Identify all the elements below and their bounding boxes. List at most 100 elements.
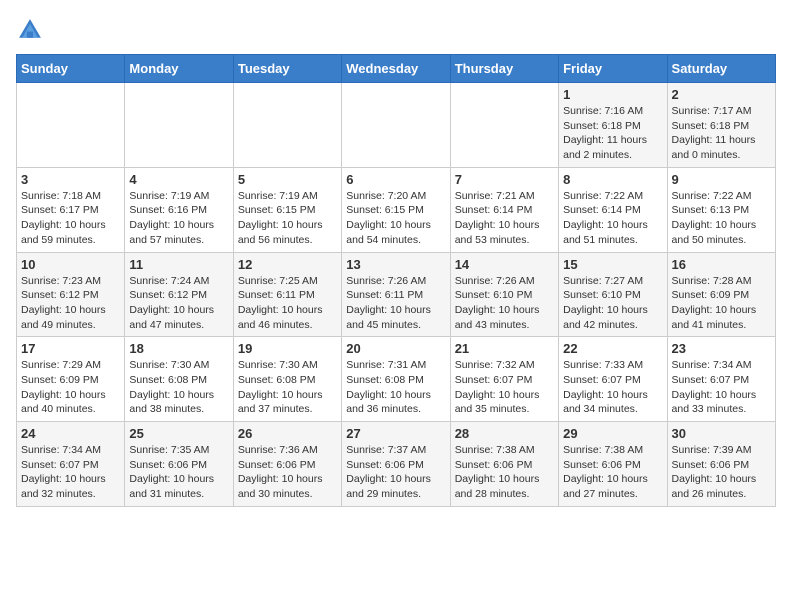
calendar-cell: 17 Sunrise: 7:29 AM Sunset: 6:09 PM Dayli… <box>17 337 125 422</box>
day-number: 27 <box>346 426 445 441</box>
day-number: 19 <box>238 341 337 356</box>
calendar-cell: 8Sunrise: 7:22 AM Sunset: 6:14 PM Daylig… <box>559 167 667 252</box>
calendar-cell: 15 Sunrise: 7:27 AM Sunset: 6:10 PM Dayli… <box>559 252 667 337</box>
calendar-cell: 14 Sunrise: 7:26 AM Sunset: 6:10 PM Dayli… <box>450 252 558 337</box>
weekday-header: Thursday <box>450 55 558 83</box>
day-number: 29 <box>563 426 662 441</box>
day-info: Sunrise: 7:35 AM Sunset: 6:06 PM Dayligh… <box>129 443 228 502</box>
calendar-cell: 18 Sunrise: 7:30 AM Sunset: 6:08 PM Dayli… <box>125 337 233 422</box>
weekday-header: Saturday <box>667 55 775 83</box>
weekday-header: Friday <box>559 55 667 83</box>
day-info: Sunrise: 7:38 AM Sunset: 6:06 PM Dayligh… <box>455 443 554 502</box>
calendar-cell: 27 Sunrise: 7:37 AM Sunset: 6:06 PM Dayli… <box>342 422 450 507</box>
logo-icon <box>16 16 44 44</box>
day-info: Sunrise: 7:30 AM Sunset: 6:08 PM Dayligh… <box>129 358 228 417</box>
day-number: 15 <box>563 257 662 272</box>
day-number: 30 <box>672 426 771 441</box>
day-info: Sunrise: 7:21 AM Sunset: 6:14 PM Dayligh… <box>455 189 554 248</box>
day-number: 14 <box>455 257 554 272</box>
calendar-cell: 29 Sunrise: 7:38 AM Sunset: 6:06 PM Dayli… <box>559 422 667 507</box>
day-number: 6 <box>346 172 445 187</box>
day-number: 18 <box>129 341 228 356</box>
calendar-cell: 12 Sunrise: 7:25 AM Sunset: 6:11 PM Dayli… <box>233 252 341 337</box>
day-number: 28 <box>455 426 554 441</box>
day-number: 23 <box>672 341 771 356</box>
day-number: 13 <box>346 257 445 272</box>
day-number: 26 <box>238 426 337 441</box>
day-info: Sunrise: 7:19 AM Sunset: 6:16 PM Dayligh… <box>129 189 228 248</box>
calendar-week-row: 17 Sunrise: 7:29 AM Sunset: 6:09 PM Dayli… <box>17 337 776 422</box>
day-info: Sunrise: 7:29 AM Sunset: 6:09 PM Dayligh… <box>21 358 120 417</box>
day-info: Sunrise: 7:32 AM Sunset: 6:07 PM Dayligh… <box>455 358 554 417</box>
day-info: Sunrise: 7:26 AM Sunset: 6:11 PM Dayligh… <box>346 274 445 333</box>
calendar-cell: 4 Sunrise: 7:19 AM Sunset: 6:16 PM Daylig… <box>125 167 233 252</box>
weekday-header-row: SundayMondayTuesdayWednesdayThursdayFrid… <box>17 55 776 83</box>
day-info: Sunrise: 7:27 AM Sunset: 6:10 PM Dayligh… <box>563 274 662 333</box>
weekday-header: Monday <box>125 55 233 83</box>
calendar-cell: 22 Sunrise: 7:33 AM Sunset: 6:07 PM Dayli… <box>559 337 667 422</box>
calendar-cell <box>233 83 341 168</box>
calendar-week-row: 10 Sunrise: 7:23 AM Sunset: 6:12 PM Dayli… <box>17 252 776 337</box>
day-number: 25 <box>129 426 228 441</box>
day-info: Sunrise: 7:24 AM Sunset: 6:12 PM Dayligh… <box>129 274 228 333</box>
page-header <box>16 16 776 44</box>
day-info: Sunrise: 7:16 AM Sunset: 6:18 PM Dayligh… <box>563 104 662 163</box>
calendar-cell: 1Sunrise: 7:16 AM Sunset: 6:18 PM Daylig… <box>559 83 667 168</box>
calendar-cell: 9Sunrise: 7:22 AM Sunset: 6:13 PM Daylig… <box>667 167 775 252</box>
day-info: Sunrise: 7:39 AM Sunset: 6:06 PM Dayligh… <box>672 443 771 502</box>
calendar-cell: 16Sunrise: 7:28 AM Sunset: 6:09 PM Dayli… <box>667 252 775 337</box>
weekday-header: Sunday <box>17 55 125 83</box>
calendar-cell <box>342 83 450 168</box>
day-info: Sunrise: 7:31 AM Sunset: 6:08 PM Dayligh… <box>346 358 445 417</box>
calendar-cell: 5 Sunrise: 7:19 AM Sunset: 6:15 PM Daylig… <box>233 167 341 252</box>
calendar-week-row: 24Sunrise: 7:34 AM Sunset: 6:07 PM Dayli… <box>17 422 776 507</box>
day-info: Sunrise: 7:18 AM Sunset: 6:17 PM Dayligh… <box>21 189 120 248</box>
day-info: Sunrise: 7:17 AM Sunset: 6:18 PM Dayligh… <box>672 104 771 163</box>
calendar-cell: 26 Sunrise: 7:36 AM Sunset: 6:06 PM Dayli… <box>233 422 341 507</box>
day-info: Sunrise: 7:25 AM Sunset: 6:11 PM Dayligh… <box>238 274 337 333</box>
day-number: 9 <box>672 172 771 187</box>
day-number: 7 <box>455 172 554 187</box>
day-info: Sunrise: 7:36 AM Sunset: 6:06 PM Dayligh… <box>238 443 337 502</box>
calendar-week-row: 3Sunrise: 7:18 AM Sunset: 6:17 PM Daylig… <box>17 167 776 252</box>
day-number: 24 <box>21 426 120 441</box>
calendar-cell: 20 Sunrise: 7:31 AM Sunset: 6:08 PM Dayli… <box>342 337 450 422</box>
weekday-header: Tuesday <box>233 55 341 83</box>
calendar-cell: 3Sunrise: 7:18 AM Sunset: 6:17 PM Daylig… <box>17 167 125 252</box>
calendar-cell: 25 Sunrise: 7:35 AM Sunset: 6:06 PM Dayli… <box>125 422 233 507</box>
day-number: 22 <box>563 341 662 356</box>
day-number: 4 <box>129 172 228 187</box>
day-number: 20 <box>346 341 445 356</box>
calendar-cell: 23Sunrise: 7:34 AM Sunset: 6:07 PM Dayli… <box>667 337 775 422</box>
logo <box>16 16 48 44</box>
calendar-cell: 10 Sunrise: 7:23 AM Sunset: 6:12 PM Dayli… <box>17 252 125 337</box>
day-info: Sunrise: 7:19 AM Sunset: 6:15 PM Dayligh… <box>238 189 337 248</box>
day-number: 17 <box>21 341 120 356</box>
day-number: 12 <box>238 257 337 272</box>
day-number: 21 <box>455 341 554 356</box>
calendar-cell: 30 Sunrise: 7:39 AM Sunset: 6:06 PM Dayli… <box>667 422 775 507</box>
calendar-cell: 28 Sunrise: 7:38 AM Sunset: 6:06 PM Dayli… <box>450 422 558 507</box>
calendar-cell: 2 Sunrise: 7:17 AM Sunset: 6:18 PM Daylig… <box>667 83 775 168</box>
calendar-cell <box>450 83 558 168</box>
day-number: 5 <box>238 172 337 187</box>
calendar-week-row: 1Sunrise: 7:16 AM Sunset: 6:18 PM Daylig… <box>17 83 776 168</box>
day-number: 10 <box>21 257 120 272</box>
calendar-cell: 6 Sunrise: 7:20 AM Sunset: 6:15 PM Daylig… <box>342 167 450 252</box>
calendar-cell: 21 Sunrise: 7:32 AM Sunset: 6:07 PM Dayli… <box>450 337 558 422</box>
day-info: Sunrise: 7:38 AM Sunset: 6:06 PM Dayligh… <box>563 443 662 502</box>
calendar-cell: 7 Sunrise: 7:21 AM Sunset: 6:14 PM Daylig… <box>450 167 558 252</box>
day-info: Sunrise: 7:37 AM Sunset: 6:06 PM Dayligh… <box>346 443 445 502</box>
calendar-cell <box>125 83 233 168</box>
calendar-cell: 13 Sunrise: 7:26 AM Sunset: 6:11 PM Dayli… <box>342 252 450 337</box>
day-number: 2 <box>672 87 771 102</box>
day-info: Sunrise: 7:33 AM Sunset: 6:07 PM Dayligh… <box>563 358 662 417</box>
day-info: Sunrise: 7:22 AM Sunset: 6:14 PM Dayligh… <box>563 189 662 248</box>
weekday-header: Wednesday <box>342 55 450 83</box>
day-info: Sunrise: 7:30 AM Sunset: 6:08 PM Dayligh… <box>238 358 337 417</box>
day-info: Sunrise: 7:23 AM Sunset: 6:12 PM Dayligh… <box>21 274 120 333</box>
day-info: Sunrise: 7:28 AM Sunset: 6:09 PM Dayligh… <box>672 274 771 333</box>
day-info: Sunrise: 7:26 AM Sunset: 6:10 PM Dayligh… <box>455 274 554 333</box>
day-info: Sunrise: 7:20 AM Sunset: 6:15 PM Dayligh… <box>346 189 445 248</box>
calendar-table: SundayMondayTuesdayWednesdayThursdayFrid… <box>16 54 776 507</box>
